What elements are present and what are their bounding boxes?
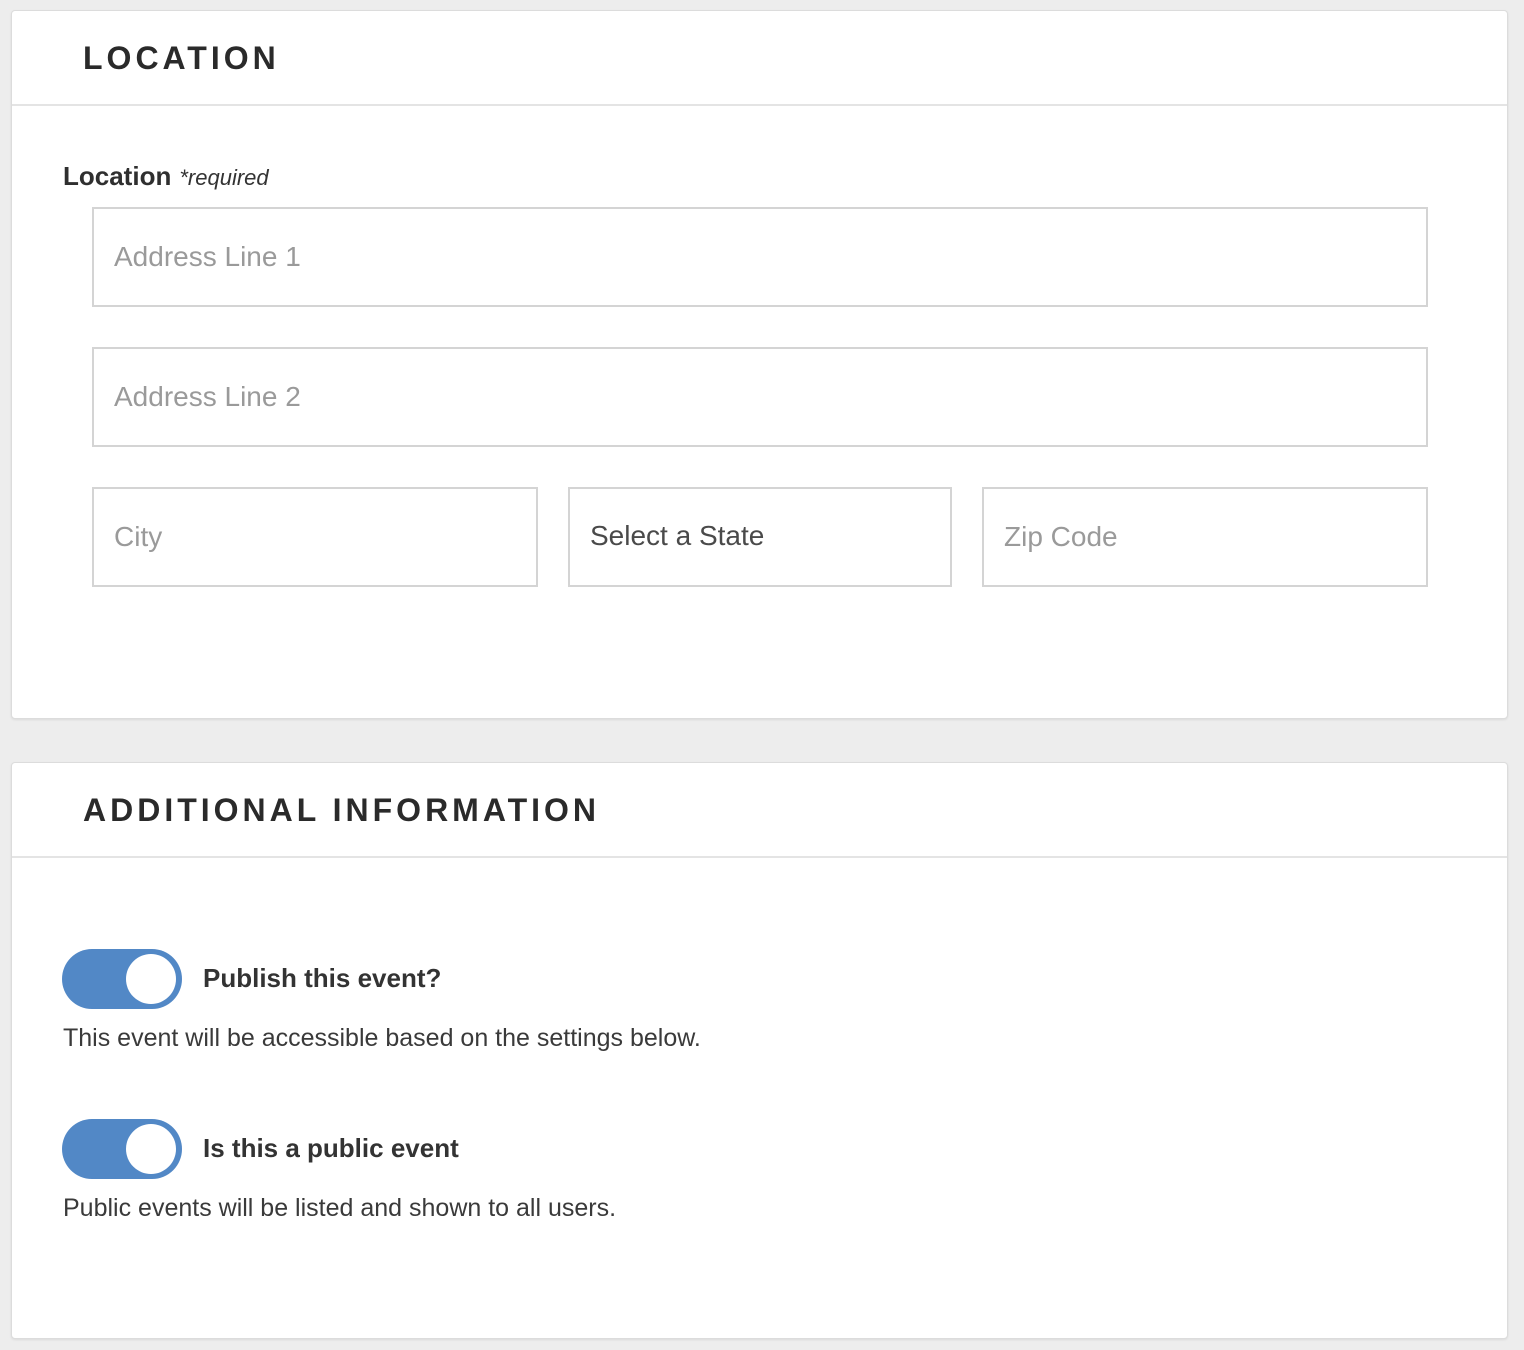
toggle-knob	[126, 954, 176, 1004]
city-input[interactable]	[92, 487, 538, 587]
location-card: LOCATION Location *required Select a Stat…	[11, 10, 1508, 719]
publish-event-toggle[interactable]	[62, 949, 182, 1009]
state-select[interactable]: Select a State	[568, 487, 952, 587]
address-line-1-input[interactable]	[92, 207, 1428, 307]
publish-event-help-text: This event will be accessible based on t…	[63, 1024, 701, 1052]
required-indicator: *required	[179, 165, 269, 190]
additional-info-card: ADDITIONAL INFORMATION Publish this even…	[11, 762, 1508, 1339]
location-field-label: Location *required	[63, 161, 269, 192]
additional-info-section-title: ADDITIONAL INFORMATION	[83, 792, 600, 828]
publish-event-label: Publish this event?	[203, 963, 442, 993]
zip-code-input[interactable]	[982, 487, 1428, 587]
location-section-title: LOCATION	[83, 40, 280, 76]
public-event-toggle[interactable]	[62, 1119, 182, 1179]
additional-info-card-header: ADDITIONAL INFORMATION	[12, 763, 1507, 858]
location-card-header: LOCATION	[12, 11, 1507, 106]
address-line-2-input[interactable]	[92, 347, 1428, 447]
state-select-value: Select a State	[590, 520, 765, 551]
toggle-knob	[126, 1124, 176, 1174]
location-label-text: Location	[63, 161, 172, 191]
public-event-help-text: Public events will be listed and shown t…	[63, 1194, 617, 1222]
public-event-label: Is this a public event	[203, 1133, 459, 1163]
